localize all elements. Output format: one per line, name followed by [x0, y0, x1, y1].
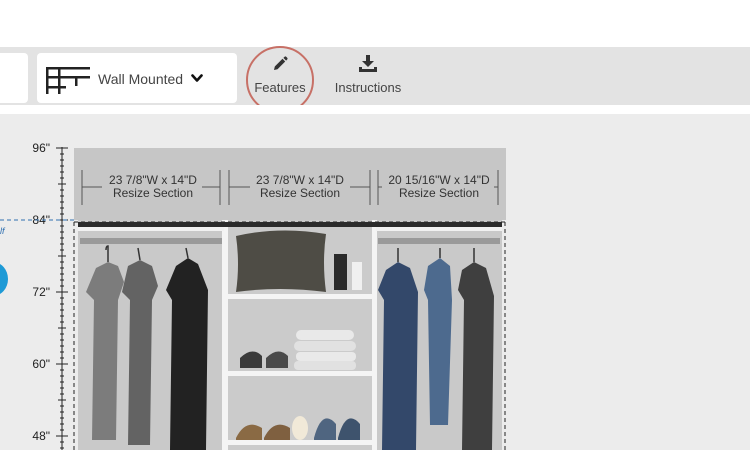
instructions-button[interactable]: Instructions: [328, 55, 408, 95]
toolbar-divider: [0, 105, 750, 114]
ruler-mark-96: 96": [32, 141, 50, 155]
ruler-mark-48: 48": [32, 429, 50, 443]
ruler-mark-60: 60": [32, 357, 50, 371]
ruler-mark-72: 72": [32, 285, 50, 299]
section-1-resize-label: Resize Section: [112, 186, 194, 200]
design-canvas: [0, 114, 750, 450]
download-icon: [359, 55, 377, 72]
section-3-resize[interactable]: 20 15/16"W x 14"D Resize Section: [380, 174, 498, 200]
wall-mounted-shelf-icon: [46, 67, 90, 94]
side-panel-text: lf: [0, 226, 5, 236]
features-highlight-ring: [246, 46, 314, 114]
section-2-resize[interactable]: 23 7/8"W x 14"D Resize Section: [243, 174, 357, 200]
closet-style-label: Wall Mounted: [98, 71, 184, 87]
section-3-resize-label: Resize Section: [398, 186, 480, 200]
ruler-mark-84: 84": [32, 213, 50, 227]
chevron-down-icon: [191, 74, 203, 82]
section-2-resize-label: Resize Section: [259, 186, 341, 200]
section-1-resize[interactable]: 23 7/8"W x 14"D Resize Section: [96, 174, 210, 200]
closet-style-dropdown[interactable]: Wall Mounted: [37, 53, 237, 103]
toolbar-left-control[interactable]: [0, 53, 28, 103]
instructions-label: Instructions: [334, 80, 402, 95]
design-toolbar: Wall Mounted Features Instructions: [0, 47, 750, 105]
